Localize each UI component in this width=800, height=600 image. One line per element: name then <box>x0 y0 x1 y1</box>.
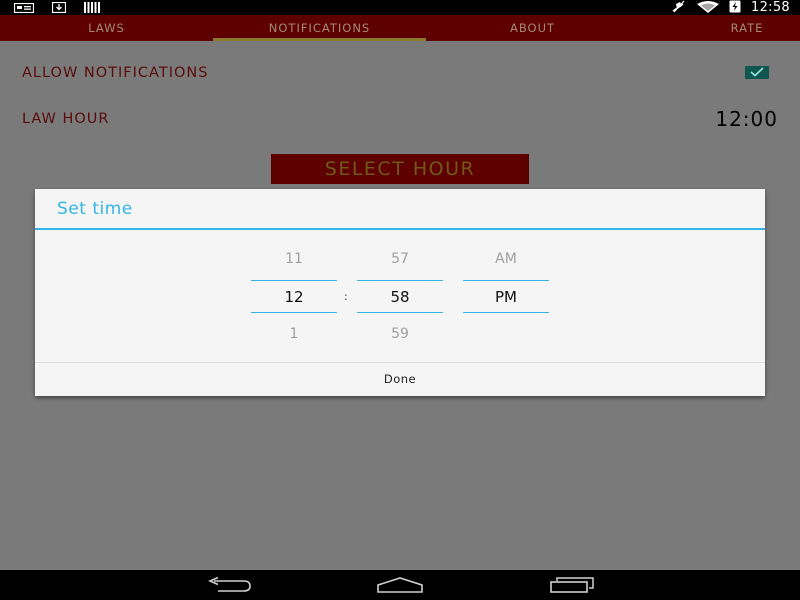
status-right-icons: 12:58 <box>671 0 790 15</box>
dialog-title-divider <box>35 228 765 230</box>
back-icon[interactable] <box>206 576 252 593</box>
allow-notifications-checkbox[interactable] <box>745 66 769 79</box>
time-separator: : <box>344 290 348 303</box>
tab-about[interactable]: ABOUT <box>426 15 639 41</box>
minute-line-bottom <box>357 312 443 313</box>
checkmark-icon <box>750 67 764 77</box>
ampm-picker[interactable]: AM PM <box>463 237 549 347</box>
ampm-current[interactable]: PM <box>463 288 549 306</box>
recents-icon[interactable] <box>549 577 595 593</box>
hour-line-top <box>251 280 337 281</box>
dialog-title: Set time <box>57 199 133 219</box>
tab-selected-indicator <box>213 38 426 41</box>
hour-current[interactable]: 12 <box>251 288 337 306</box>
done-button[interactable]: Done <box>35 363 765 396</box>
navigation-bar <box>0 570 800 600</box>
hour-picker[interactable]: 11 12 1 <box>251 237 337 347</box>
minute-current[interactable]: 58 <box>357 288 443 306</box>
status-left-icons <box>13 1 100 14</box>
set-time-dialog: Set time 11 12 1 : 57 58 59 AM PM Done <box>35 189 765 396</box>
tab-laws[interactable]: LAWS <box>0 15 213 41</box>
hour-next[interactable]: 1 <box>251 326 337 342</box>
law-hour-label: LAW HOUR <box>22 111 110 127</box>
law-hour-value: 12:00 <box>715 107 778 131</box>
minute-picker[interactable]: 57 58 59 <box>357 237 443 347</box>
hour-line-bottom <box>251 312 337 313</box>
ampm-line-top <box>463 280 549 281</box>
home-icon[interactable] <box>377 577 423 593</box>
select-hour-button[interactable]: SELECT HOUR <box>271 154 529 184</box>
hour-prev[interactable]: 11 <box>251 251 337 267</box>
allow-notifications-label: ALLOW NOTIFICATIONS <box>22 65 209 81</box>
minute-line-top <box>357 280 443 281</box>
ampm-prev[interactable]: AM <box>463 251 549 267</box>
minute-next[interactable]: 59 <box>357 326 443 342</box>
ampm-line-bottom <box>463 312 549 313</box>
status-bar: 12:58 <box>0 0 800 15</box>
minute-prev[interactable]: 57 <box>357 251 443 267</box>
tab-rate[interactable]: RATE <box>639 15 800 41</box>
status-time: 12:58 <box>751 0 790 15</box>
